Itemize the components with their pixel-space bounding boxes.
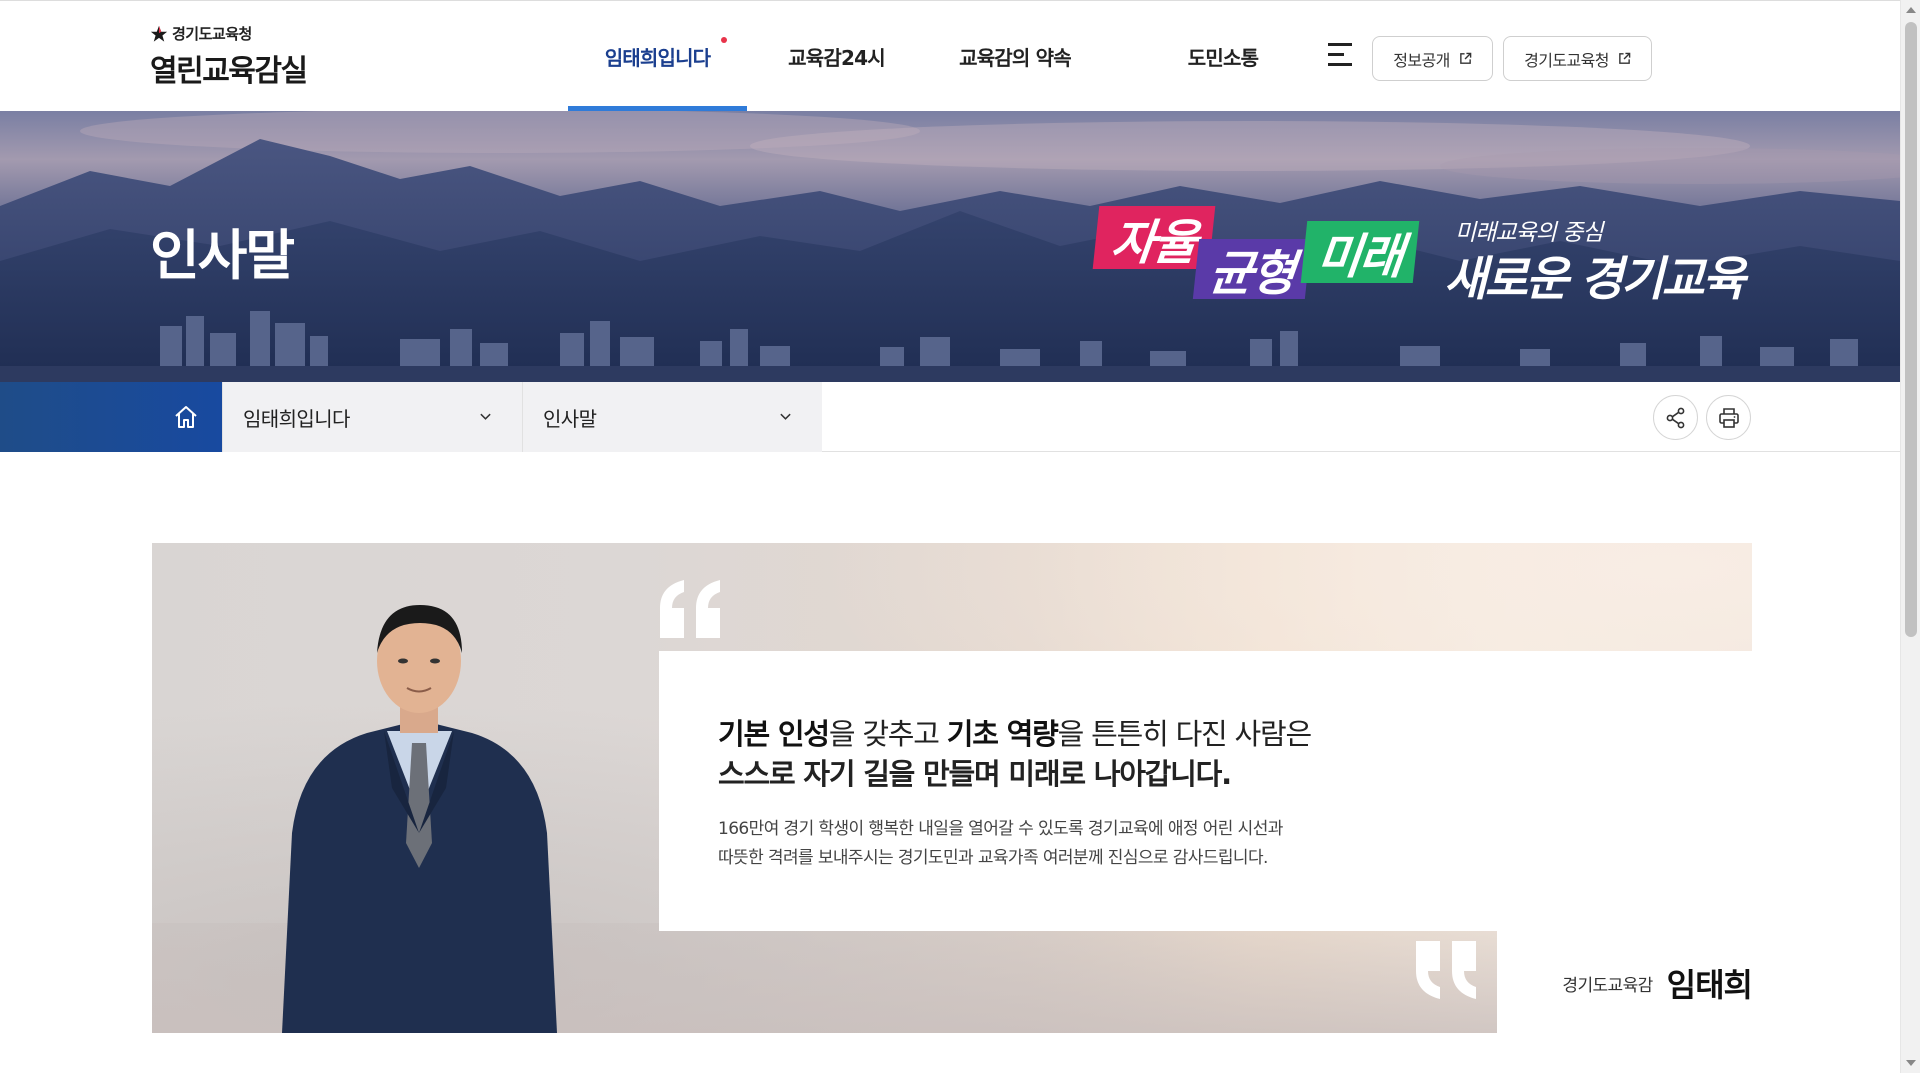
external-link-icon [1459, 52, 1472, 64]
goe-site-button[interactable]: 경기도교육청 [1503, 36, 1652, 81]
info-disclosure-button[interactable]: 정보공개 [1372, 36, 1493, 81]
nav-item-label: 도민소통 [1187, 46, 1259, 70]
scroll-up-arrow-icon[interactable] [1906, 7, 1916, 13]
scroll-down-arrow-icon[interactable] [1906, 1060, 1916, 1066]
star-logo-icon [150, 25, 168, 42]
home-icon [175, 406, 197, 428]
share-icon [1666, 407, 1684, 428]
headline-emphasis: 기초 역량 [946, 717, 1059, 751]
greeting-body-line1: 166만여 경기 학생이 행복한 내일을 열어갈 수 있도록 경기교육에 애정 … [718, 819, 1283, 839]
chevron-down-icon [780, 413, 791, 420]
slogan-word-balance: 균형 [1192, 239, 1312, 302]
logo-subtitle: 경기도교육청 [172, 25, 252, 43]
external-link-icon [1619, 52, 1631, 64]
location-bar: 임태희입니다 인사말 [0, 382, 1900, 452]
chevron-down-icon [480, 413, 491, 420]
hero-banner: 인사말 자율 균형 미래 미래교육의 중심 새로운 경기교육 [0, 111, 1900, 382]
quote-close-icon [1416, 941, 1476, 999]
quote-open-icon [660, 580, 720, 638]
share-button[interactable] [1653, 395, 1698, 440]
depth1-label: 임태희입니다 [243, 406, 350, 431]
nav-item-24h[interactable]: 교육감24시 [747, 1, 926, 112]
signature-name: 임태희 [1666, 966, 1753, 1004]
slogan-word-future: 미래 [1300, 221, 1420, 285]
slogan-main: 새로운 경기교육 [1444, 252, 1746, 307]
nav-item-label: 임태희입니다 [604, 46, 711, 70]
signature-role: 경기도교육감 [1562, 975, 1653, 996]
logo-title: 열린교육감실 [150, 54, 308, 89]
headline-text: 을 튼튼히 다진 사람은 [1057, 717, 1313, 751]
greeting-headline-line1: 기본 인성을 갖추고 기초 역량을 튼튼히 다진 사람은 [718, 711, 1313, 753]
headline-text: 을 갖추고 [828, 717, 947, 751]
greeting-body-line2: 따뜻한 격려를 보내주시는 경기도민과 교육가족 여러분께 진심으로 감사드립니… [718, 848, 1268, 868]
signature: 경기도교육감 임태희 [1500, 958, 1753, 1008]
nav-item-intro[interactable]: 임태희입니다 [568, 1, 747, 112]
new-dot-indicator [721, 37, 727, 43]
goe-site-label: 경기도교육청 [1524, 50, 1609, 70]
info-disclosure-label: 정보공개 [1393, 50, 1450, 70]
print-button[interactable] [1706, 395, 1751, 440]
superintendent-portrait [282, 605, 557, 1033]
headline-emphasis: 기본 인성 [718, 717, 830, 751]
print-icon [1718, 407, 1739, 428]
menu-icon[interactable] [1328, 43, 1354, 67]
nav-item-label: 교육감24시 [788, 46, 885, 70]
nav-item-communication[interactable]: 도민소통 [1104, 1, 1342, 112]
logo-subtitle-wrap: 경기도교육청 [150, 23, 307, 44]
nav-item-label: 교육감의 약속 [959, 46, 1072, 70]
nav-item-promises[interactable]: 교육감의 약속 [926, 1, 1104, 112]
depth1-select[interactable]: 임태희입니다 [222, 382, 522, 452]
scroll-thumb[interactable] [1905, 22, 1917, 637]
main-nav: 임태희입니다 교육감24시 교육감의 약속 도민소통 [568, 1, 1342, 112]
page-title: 인사말 [150, 224, 295, 287]
depth2-label: 인사말 [543, 406, 597, 431]
depth2-select[interactable]: 인사말 [522, 382, 822, 452]
home-button[interactable] [0, 382, 222, 452]
site-header: 경기도교육청 열린교육감실 임태희입니다 교육감24시 교육감의 약속 도민소통… [0, 0, 1900, 112]
vertical-scrollbar[interactable] [1900, 0, 1920, 1073]
site-logo[interactable]: 경기도교육청 열린교육감실 [150, 23, 308, 90]
greeting-headline-line2: 스스로 자기 길을 만들며 미래로 나아갑니다. [718, 757, 1232, 791]
